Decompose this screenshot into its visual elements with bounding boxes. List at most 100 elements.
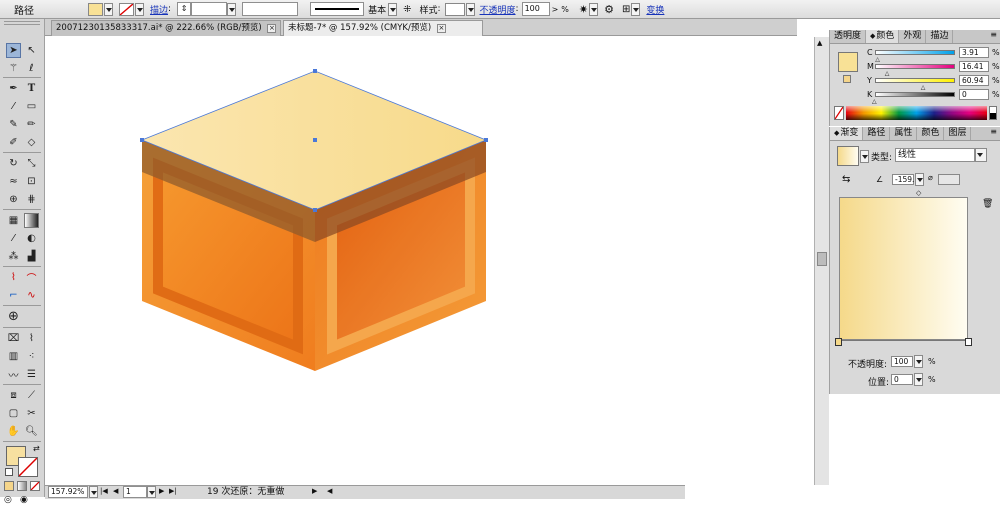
paintbrush-icon[interactable]: ✎ bbox=[6, 117, 21, 132]
blend-icon[interactable]: ◐ bbox=[24, 231, 39, 246]
eraser-icon[interactable]: ◇ bbox=[24, 135, 39, 150]
tab-gradient[interactable]: ◆ 渐变 bbox=[830, 127, 864, 140]
live-paint-selection-icon[interactable]: ⌒ bbox=[24, 270, 39, 285]
gradient-angle-dropdown[interactable] bbox=[915, 173, 924, 186]
tab-appearance[interactable]: 外观 bbox=[899, 30, 927, 43]
recolor-dropdown[interactable] bbox=[589, 2, 599, 16]
none-color-icon[interactable] bbox=[834, 106, 844, 120]
zoom-icon[interactable]: 🔍︎ bbox=[24, 424, 39, 439]
anchor-point[interactable] bbox=[140, 138, 144, 142]
slice-select-icon[interactable]: ∿ bbox=[24, 288, 39, 303]
zoom-input[interactable]: 157.92% bbox=[48, 486, 88, 498]
opacity-link[interactable]: 不透明度 bbox=[480, 3, 516, 16]
reverse-gradient-icon[interactable]: ⇆ bbox=[842, 174, 850, 185]
style-dropdown[interactable] bbox=[465, 2, 475, 16]
gradient-start-stop[interactable] bbox=[835, 338, 842, 346]
color-swatch[interactable] bbox=[838, 52, 858, 72]
tab-color[interactable]: ◆ 颜色 bbox=[866, 30, 900, 43]
slider-handle-icon[interactable]: △ bbox=[921, 84, 926, 91]
ruler-icon[interactable]: ⟋ bbox=[24, 388, 39, 403]
gradient-type-select[interactable]: 线性 bbox=[895, 148, 975, 162]
center-point[interactable] bbox=[313, 138, 317, 142]
anchor-point[interactable] bbox=[484, 138, 488, 142]
stroke-color-swatch[interactable] bbox=[18, 457, 38, 477]
document-tab-2[interactable]: 未标题-7* @ 157.92% (CMYK/预览) × bbox=[283, 20, 483, 36]
tab-color-2[interactable]: 颜色 bbox=[917, 127, 945, 140]
gradient-thumbnail[interactable] bbox=[837, 146, 859, 166]
lasso-icon[interactable]: ℓ bbox=[24, 61, 39, 76]
midpoint-diamond-icon[interactable]: ◇ bbox=[916, 189, 921, 197]
close-icon[interactable]: × bbox=[267, 24, 277, 33]
next-page-icon[interactable]: ▶ bbox=[159, 487, 164, 495]
artboard-canvas[interactable] bbox=[45, 37, 797, 485]
trash-icon[interactable]: 🗑︎ bbox=[982, 199, 993, 209]
type-icon[interactable]: T bbox=[24, 81, 39, 96]
prev-page-icon[interactable]: ◀ bbox=[113, 487, 118, 495]
panel-menu-icon[interactable]: ≡ bbox=[990, 30, 1000, 43]
fill-dropdown[interactable] bbox=[104, 2, 113, 16]
stroke-weight-input[interactable] bbox=[191, 2, 228, 16]
scale-icon[interactable]: ⤡ bbox=[24, 156, 39, 171]
vertical-scrollbar[interactable]: ▲ bbox=[814, 37, 829, 485]
stroke-dropdown[interactable] bbox=[135, 2, 144, 16]
envelope-icon[interactable]: ⌧ bbox=[6, 331, 21, 346]
gradient-preview[interactable] bbox=[839, 197, 968, 340]
tab-transparency[interactable]: 透明度 bbox=[830, 30, 867, 43]
stop-position-input[interactable]: 0 bbox=[891, 374, 913, 385]
status-menu-icon[interactable]: ▶ bbox=[312, 487, 317, 495]
mesh-icon[interactable]: ▦ bbox=[6, 213, 21, 228]
scroll-up-arrow[interactable]: ▲ bbox=[817, 39, 822, 47]
warp-icon[interactable]: ≈ bbox=[6, 174, 21, 189]
aspect-ratio-input[interactable] bbox=[938, 174, 960, 185]
channel-y-slider[interactable] bbox=[875, 78, 955, 83]
gradient-icon[interactable] bbox=[24, 213, 39, 228]
color-mode-icon[interactable] bbox=[4, 481, 14, 491]
artboard-icon[interactable]: ⧈ bbox=[6, 388, 21, 403]
channel-k-input[interactable]: 0 bbox=[959, 89, 989, 100]
anchor-point[interactable] bbox=[313, 69, 317, 73]
brush-definition[interactable] bbox=[310, 2, 365, 16]
gradient-angle-input[interactable]: -159. bbox=[892, 174, 914, 185]
variable-width-profile[interactable] bbox=[242, 2, 299, 16]
last-page-icon[interactable]: ▶| bbox=[169, 487, 177, 495]
eyedropper-icon[interactable]: ⁄ bbox=[6, 231, 21, 246]
slice-knife-icon[interactable]: ✂ bbox=[24, 406, 39, 421]
pen-icon[interactable]: ✒ bbox=[6, 81, 21, 96]
align-icon[interactable]: ⊞ bbox=[622, 4, 630, 15]
perspective-grid-icon[interactable]: ⋕ bbox=[24, 192, 39, 207]
page-dropdown[interactable] bbox=[147, 486, 156, 498]
line-icon[interactable]: ⁄ bbox=[6, 99, 21, 114]
slider-handle-icon[interactable]: △ bbox=[875, 56, 880, 63]
style-swatch[interactable] bbox=[444, 2, 465, 16]
live-paint-icon[interactable]: ⌇ bbox=[6, 270, 21, 285]
close-icon[interactable]: × bbox=[436, 24, 446, 33]
zoom-dropdown[interactable] bbox=[89, 486, 98, 498]
gear-icon[interactable]: ⚙ bbox=[604, 3, 614, 16]
list-icon[interactable]: ☰ bbox=[24, 367, 39, 382]
align-dropdown[interactable] bbox=[631, 2, 641, 16]
frame-icon[interactable]: ▢ bbox=[6, 406, 21, 421]
rotate-icon[interactable]: ↻ bbox=[6, 156, 21, 171]
out-of-gamut-icon[interactable] bbox=[843, 75, 851, 83]
swap-colors-icon[interactable]: ⇄ bbox=[33, 444, 40, 453]
channel-m-slider[interactable] bbox=[875, 64, 955, 69]
pencil-icon[interactable]: ✏ bbox=[24, 117, 39, 132]
gradient-mode-icon[interactable] bbox=[17, 481, 27, 491]
draw-normal-icon[interactable]: ◎ bbox=[4, 495, 12, 505]
selection-icon[interactable]: ➤ bbox=[6, 43, 21, 58]
color-spectrum[interactable] bbox=[846, 106, 987, 120]
stop-opacity-dropdown[interactable] bbox=[914, 355, 923, 368]
brush-dropdown[interactable] bbox=[388, 2, 398, 16]
graph-icon[interactable]: ▥ bbox=[6, 349, 21, 364]
stroke-swatch[interactable] bbox=[119, 2, 134, 16]
stroke-weight-dropdown[interactable] bbox=[227, 2, 237, 16]
tab-paths[interactable]: 路径 bbox=[863, 127, 891, 140]
toolbox-grip[interactable] bbox=[4, 21, 40, 25]
column-graph-icon[interactable]: ▟ bbox=[24, 249, 39, 264]
symbol-sprayer-icon[interactable]: ⁂ bbox=[6, 249, 21, 264]
stop-opacity-input[interactable]: 100 bbox=[891, 356, 913, 367]
channel-k-slider[interactable] bbox=[875, 92, 955, 97]
channel-c-slider[interactable] bbox=[875, 50, 955, 55]
slice-icon[interactable]: ⌐ bbox=[6, 288, 21, 303]
channel-c-input[interactable]: 3.91 bbox=[959, 47, 989, 58]
